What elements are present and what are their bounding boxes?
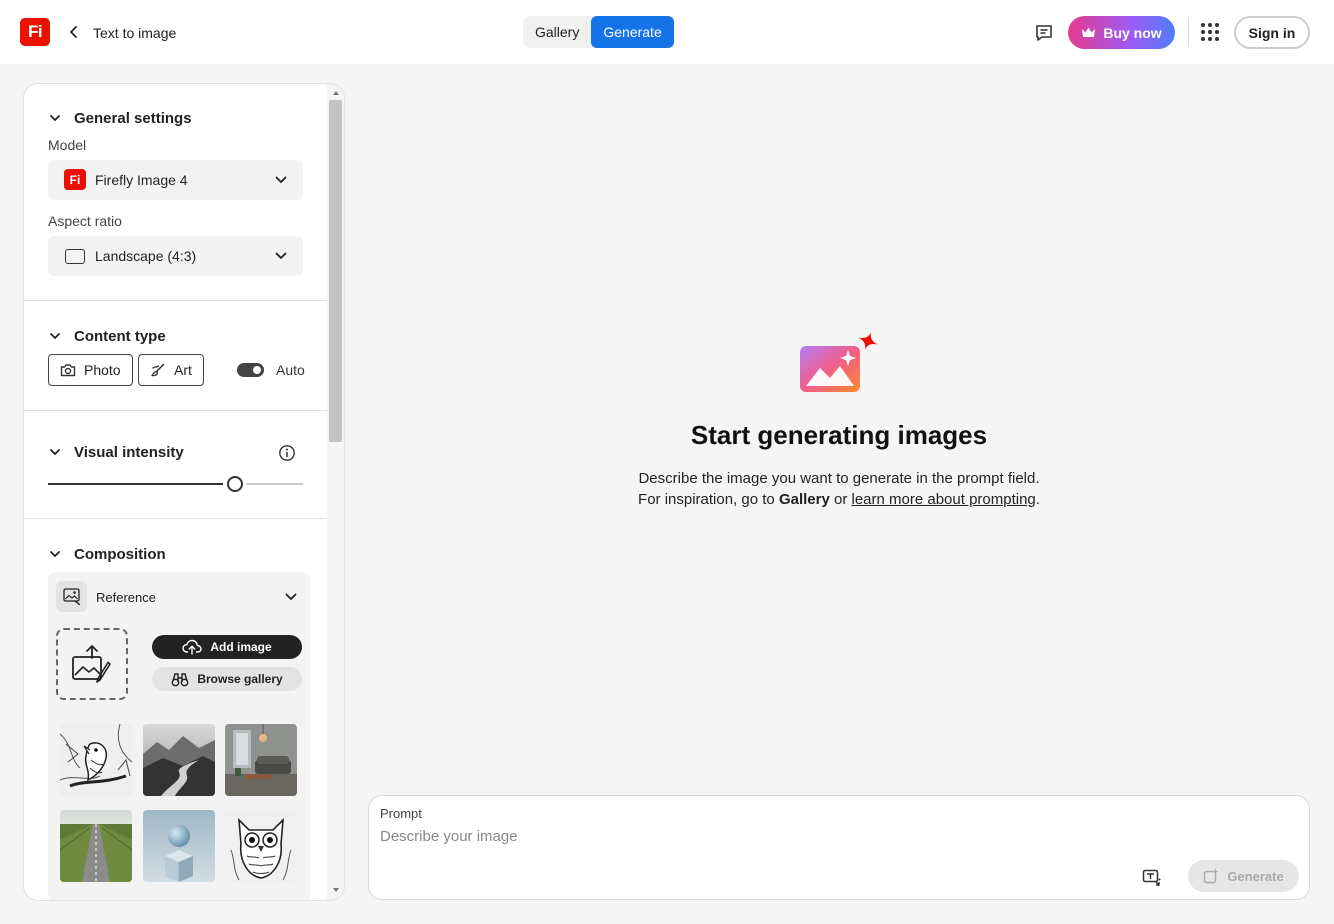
prompt-input[interactable] <box>380 824 1280 848</box>
intensity-slider-track[interactable] <box>246 483 303 485</box>
info-icon[interactable] <box>278 444 296 462</box>
landscape-icon <box>65 249 85 264</box>
panel-scrollbar[interactable] <box>327 84 344 900</box>
toggle-knob <box>253 366 261 374</box>
reference-card: Reference Add image Browse gallery <box>48 572 310 900</box>
aspect-ratio-value: Landscape (4:3) <box>95 248 197 264</box>
chevron-left-icon[interactable] <box>64 22 84 42</box>
scroll-up-arrow-icon[interactable] <box>333 91 339 95</box>
generate-button[interactable]: Generate <box>1188 860 1299 892</box>
prompt-label: Prompt <box>380 806 422 821</box>
section-divider <box>24 410 327 411</box>
chevron-down-icon <box>275 252 287 259</box>
camera-icon <box>60 364 76 377</box>
photo-button[interactable]: Photo <box>48 354 133 386</box>
add-image-button[interactable]: Add image <box>152 635 302 659</box>
reference-thumbnail-sphere-cube[interactable] <box>143 810 215 882</box>
prompt-box: Prompt Generate <box>368 795 1310 900</box>
inspiration-prefix: For inspiration, go to <box>638 491 779 508</box>
reference-thumbnail-road-field[interactable] <box>60 810 132 882</box>
aspect-ratio-label: Aspect ratio <box>48 213 122 229</box>
settings-panel: General settings Model Fi Firefly Image … <box>24 84 344 900</box>
section-divider <box>24 300 327 301</box>
tab-generate[interactable]: Generate <box>591 16 674 48</box>
intensity-slider-track-filled[interactable] <box>48 483 223 485</box>
generate-sparkle-icon <box>1204 868 1219 884</box>
reference-label[interactable]: Reference <box>96 590 156 605</box>
empty-state-description: Describe the image you want to generate … <box>638 470 1040 487</box>
model-value: Firefly Image 4 <box>95 172 188 188</box>
reference-thumbnail-owl-sketch[interactable] <box>225 810 297 882</box>
chevron-down-icon[interactable] <box>48 111 62 125</box>
browse-gallery-label: Browse gallery <box>197 672 283 686</box>
add-image-label: Add image <box>210 640 272 654</box>
paintbrush-icon <box>151 363 165 377</box>
header-divider <box>1188 18 1189 46</box>
visual-intensity-title[interactable]: Visual intensity <box>74 444 184 461</box>
section-divider <box>24 518 327 519</box>
reference-drop-zone[interactable] <box>56 628 128 700</box>
upload-image-icon <box>72 645 111 683</box>
composition-title[interactable]: Composition <box>74 546 166 563</box>
model-dropdown[interactable]: Fi Firefly Image 4 <box>48 160 303 200</box>
breadcrumb[interactable]: Text to image <box>93 25 176 41</box>
photo-label: Photo <box>84 362 121 378</box>
chevron-down-icon <box>275 176 287 183</box>
app-switcher-icon[interactable] <box>1200 22 1220 42</box>
empty-state-inspiration: For inspiration, go to Gallery or learn … <box>368 491 1310 508</box>
buy-now-label: Buy now <box>1103 24 1162 41</box>
chevron-down-icon[interactable] <box>284 590 298 604</box>
firefly-logo[interactable]: Fi <box>20 18 50 46</box>
feedback-icon[interactable] <box>1033 22 1055 44</box>
scroll-down-arrow-icon[interactable] <box>333 888 339 892</box>
generate-label: Generate <box>1227 868 1284 884</box>
auto-label: Auto <box>276 362 305 378</box>
cloud-upload-icon <box>182 639 203 655</box>
content-type-title[interactable]: Content type <box>74 328 166 345</box>
sign-in-button[interactable]: Sign in <box>1234 16 1310 49</box>
chevron-down-icon[interactable] <box>48 547 62 561</box>
app-header: Fi Text to image Gallery Generate Buy no… <box>0 0 1334 64</box>
intensity-slider-handle[interactable] <box>227 476 243 492</box>
scrollbar-thumb[interactable] <box>329 100 342 442</box>
crown-icon <box>1082 27 1096 37</box>
reference-thumbnail-mountain-river[interactable] <box>143 724 215 796</box>
empty-state-title: Start generating images <box>690 420 988 450</box>
art-label: Art <box>174 362 192 378</box>
firefly-model-icon: Fi <box>64 169 86 190</box>
browse-gallery-button[interactable]: Browse gallery <box>152 667 302 691</box>
chevron-down-icon[interactable] <box>48 445 62 459</box>
generate-images-illustration-icon <box>800 332 878 392</box>
inspiration-suffix: . <box>1035 491 1040 508</box>
general-settings-title[interactable]: General settings <box>74 110 192 127</box>
text-style-icon[interactable] <box>1142 868 1162 888</box>
gallery-link[interactable]: Gallery <box>779 491 830 508</box>
art-button[interactable]: Art <box>138 354 204 386</box>
buy-now-button[interactable]: Buy now <box>1068 16 1175 49</box>
inspiration-mid: or <box>829 491 852 508</box>
auto-toggle[interactable] <box>237 363 264 377</box>
binoculars-icon <box>171 672 189 686</box>
reference-thumbnail-bird-sketch[interactable] <box>60 724 132 796</box>
model-label: Model <box>48 137 87 153</box>
view-switcher: Gallery Generate <box>523 16 674 48</box>
chevron-down-icon[interactable] <box>48 329 62 343</box>
tab-gallery[interactable]: Gallery <box>523 16 591 48</box>
reference-thumbnail-living-room[interactable] <box>225 724 297 796</box>
learn-prompting-link[interactable]: learn more about prompting <box>852 491 1036 508</box>
reference-image-icon <box>56 581 87 612</box>
aspect-ratio-dropdown[interactable]: Landscape (4:3) <box>48 236 303 276</box>
